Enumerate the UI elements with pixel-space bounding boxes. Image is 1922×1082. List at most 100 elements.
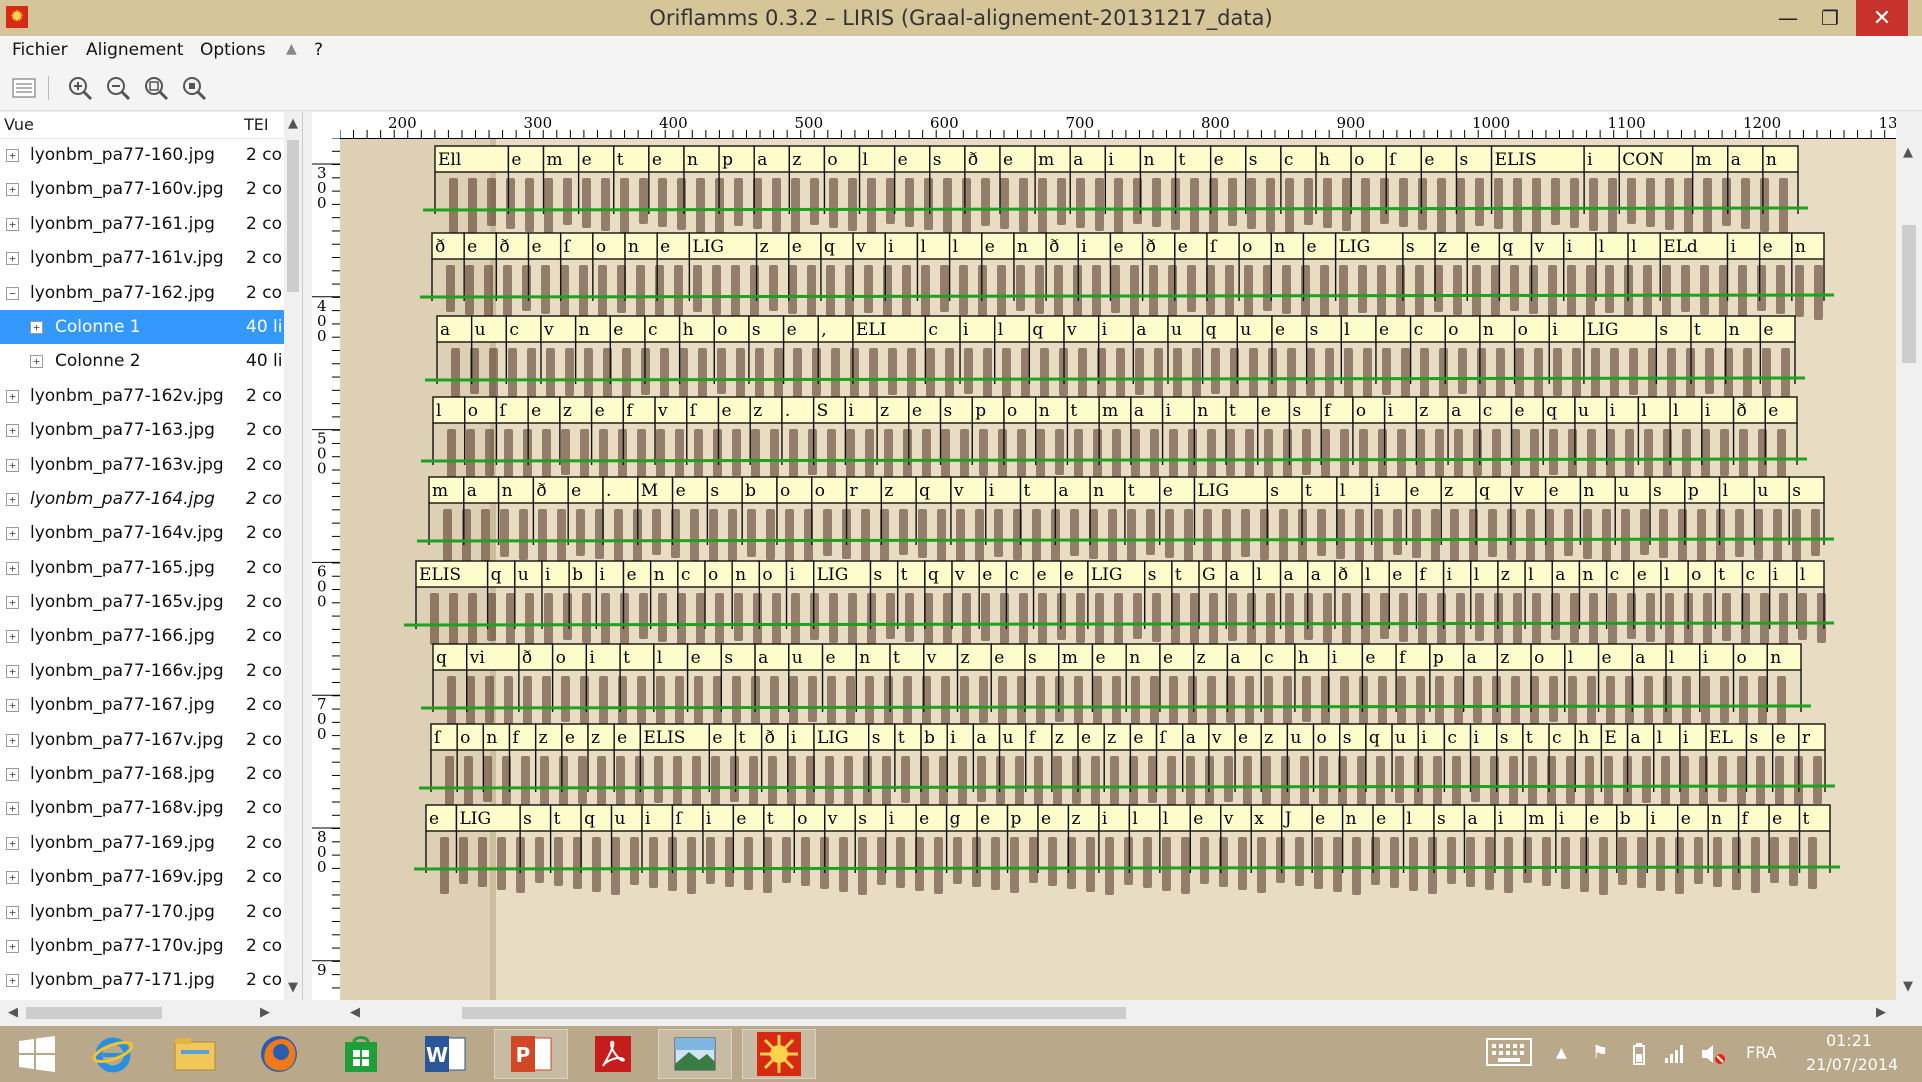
zoom-out-icon[interactable] bbox=[104, 74, 132, 102]
photo-viewer-icon[interactable] bbox=[658, 1029, 732, 1079]
expand-icon[interactable]: + bbox=[30, 355, 43, 369]
scroll-thumb[interactable] bbox=[462, 1007, 1126, 1019]
expand-icon[interactable]: + bbox=[6, 664, 19, 678]
baseline[interactable] bbox=[413, 865, 1841, 871]
tree-item-file[interactable]: + lyonbm_pa77-170v.jpg 2 co bbox=[0, 929, 285, 963]
baseline[interactable] bbox=[420, 457, 1808, 463]
zoom-in-icon[interactable] bbox=[66, 74, 94, 102]
network-signal-icon[interactable] bbox=[1664, 1042, 1686, 1069]
keyboard-icon[interactable] bbox=[1486, 1038, 1532, 1071]
baseline[interactable] bbox=[416, 537, 1835, 543]
expand-icon[interactable]: + bbox=[6, 252, 19, 266]
tree-item-file[interactable]: + lyonbm_pa77-167v.jpg 2 co bbox=[0, 723, 285, 757]
scroll-up-icon[interactable]: ▲ bbox=[288, 116, 298, 131]
expand-icon[interactable]: + bbox=[6, 768, 19, 782]
scroll-thumb[interactable] bbox=[26, 1007, 162, 1019]
volume-muted-icon[interactable] bbox=[1700, 1042, 1726, 1071]
minimize-button[interactable]: — bbox=[1770, 0, 1806, 36]
zoom-fit-icon[interactable] bbox=[142, 74, 170, 102]
clock-time[interactable]: 01:21 bbox=[1826, 1031, 1872, 1050]
expand-icon[interactable]: + bbox=[6, 733, 19, 747]
expand-icon[interactable]: + bbox=[6, 596, 19, 610]
tree-item-file[interactable]: + lyonbm_pa77-165.jpg 2 co bbox=[0, 551, 285, 585]
baseline[interactable] bbox=[418, 784, 1836, 790]
menu-alignement[interactable]: Alignement bbox=[86, 40, 184, 60]
tree-item-file[interactable]: + lyonbm_pa77-161.jpg 2 co bbox=[0, 207, 285, 241]
internet-explorer-icon[interactable] bbox=[76, 1029, 150, 1079]
power-icon[interactable] bbox=[1628, 1042, 1650, 1071]
baseline[interactable] bbox=[424, 376, 1806, 382]
scroll-up-icon[interactable]: ▲ bbox=[1903, 145, 1913, 160]
firefox-icon[interactable] bbox=[242, 1029, 316, 1079]
tree-item-file[interactable]: + lyonbm_pa77-160v.jpg 2 co bbox=[0, 172, 285, 206]
tree-item-file[interactable]: + lyonbm_pa77-167.jpg 2 co bbox=[0, 688, 285, 722]
scroll-left-icon[interactable]: ◀ bbox=[8, 1005, 18, 1020]
menu-options[interactable]: Options bbox=[200, 40, 266, 60]
language-indicator[interactable]: FRA bbox=[1746, 1043, 1777, 1062]
tree-item-file[interactable]: + lyonbm_pa77-163v.jpg 2 co bbox=[0, 448, 285, 482]
scroll-thumb[interactable] bbox=[287, 140, 299, 292]
tree-item-file[interactable]: + lyonbm_pa77-164v.jpg 2 co bbox=[0, 516, 285, 550]
store-icon[interactable] bbox=[324, 1029, 398, 1079]
expand-icon[interactable]: + bbox=[6, 802, 19, 816]
baseline[interactable] bbox=[419, 293, 1835, 299]
windows-start-icon[interactable] bbox=[0, 1029, 74, 1079]
expand-icon[interactable]: + bbox=[6, 836, 19, 850]
tree-item-file[interactable]: + lyonbm_pa77-164.jpg 2 co bbox=[0, 482, 285, 516]
oriflamms-icon[interactable] bbox=[742, 1029, 816, 1079]
expand-icon[interactable]: + bbox=[6, 871, 19, 885]
canvas-horizontal-scrollbar[interactable]: ◀ ▶ bbox=[340, 1000, 1896, 1026]
expand-icon[interactable]: + bbox=[6, 458, 19, 472]
menu-fichier[interactable]: Fichier bbox=[12, 40, 68, 60]
expand-icon[interactable]: + bbox=[6, 561, 19, 575]
expand-icon[interactable]: + bbox=[6, 183, 19, 197]
tree-item-column[interactable]: + Colonne 1 40 li bbox=[0, 309, 285, 345]
tree-item-file[interactable]: + lyonbm_pa77-168v.jpg 2 co bbox=[0, 791, 285, 825]
tree-item-file[interactable]: + lyonbm_pa77-160.jpg 2 co bbox=[0, 138, 285, 172]
zoom-reset-icon[interactable] bbox=[180, 74, 208, 102]
tree-vertical-scrollbar[interactable]: ▲ ▼ bbox=[284, 112, 302, 1000]
column-header-tei[interactable]: TEI bbox=[244, 115, 269, 134]
pin-icon[interactable]: ▲ bbox=[286, 41, 297, 57]
tree-item-file[interactable]: + lyonbm_pa77-166v.jpg 2 co bbox=[0, 654, 285, 688]
tree-item-column[interactable]: + Colonne 2 40 li bbox=[0, 344, 285, 378]
word-icon[interactable]: W bbox=[408, 1029, 482, 1079]
tree-item-file[interactable]: + lyonbm_pa77-169.jpg 2 co bbox=[0, 826, 285, 860]
clock-date[interactable]: 21/07/2014 bbox=[1806, 1055, 1898, 1074]
column-header-vue[interactable]: Vue bbox=[4, 115, 34, 134]
tree-item-file[interactable]: + lyonbm_pa77-169v.jpg 2 co bbox=[0, 860, 285, 894]
tree-item-file[interactable]: − lyonbm_pa77-162.jpg 2 co bbox=[0, 276, 285, 310]
scroll-down-icon[interactable]: ▼ bbox=[288, 980, 298, 995]
tray-expand-icon[interactable]: ▲ bbox=[1556, 1045, 1567, 1061]
tree-item-file[interactable]: + lyonbm_pa77-163.jpg 2 co bbox=[0, 413, 285, 447]
tree-item-file[interactable]: + lyonbm_pa77-166.jpg 2 co bbox=[0, 619, 285, 653]
scroll-thumb[interactable] bbox=[1902, 225, 1916, 363]
manuscript-canvas[interactable]: Ell e m e t e n p a z o l e s ð e m a i n t e s c h o ſ e s ELIS i CON m… bbox=[340, 139, 1896, 1000]
expand-icon[interactable]: + bbox=[6, 974, 19, 988]
tree-item-file[interactable]: + lyonbm_pa77-161v.jpg 2 co bbox=[0, 241, 285, 275]
baseline[interactable] bbox=[420, 704, 1812, 710]
collapse-icon[interactable]: − bbox=[6, 286, 19, 300]
baseline[interactable] bbox=[422, 206, 1809, 212]
tree-item-file[interactable]: + lyonbm_pa77-171.jpg 2 co bbox=[0, 963, 285, 997]
file-explorer-icon[interactable] bbox=[158, 1029, 232, 1079]
expand-icon[interactable]: + bbox=[6, 699, 19, 713]
action-center-flag-icon[interactable]: ⚑ bbox=[1592, 1042, 1608, 1063]
expand-icon[interactable]: + bbox=[6, 492, 19, 506]
baseline[interactable] bbox=[403, 621, 1835, 627]
close-button[interactable]: ✕ bbox=[1856, 0, 1908, 36]
tree-item-file[interactable]: + lyonbm_pa77-162v.jpg 2 co bbox=[0, 379, 285, 413]
expand-icon[interactable]: + bbox=[6, 149, 19, 162]
tree-item-file[interactable]: + lyonbm_pa77-165v.jpg 2 co bbox=[0, 585, 285, 619]
tree-horizontal-scrollbar[interactable]: ◀ ▶ bbox=[0, 1000, 302, 1026]
powerpoint-icon[interactable]: P bbox=[494, 1029, 568, 1079]
acrobat-icon[interactable] bbox=[576, 1029, 650, 1079]
tree-item-file[interactable]: + lyonbm_pa77-170.jpg 2 co bbox=[0, 895, 285, 929]
maximize-button[interactable]: ❐ bbox=[1812, 0, 1848, 36]
panel-toggle-icon[interactable] bbox=[10, 74, 38, 102]
expand-icon[interactable]: + bbox=[6, 217, 19, 231]
scroll-down-icon[interactable]: ▼ bbox=[1903, 979, 1913, 994]
scroll-right-icon[interactable]: ▶ bbox=[1876, 1005, 1886, 1020]
expand-icon[interactable]: + bbox=[6, 389, 19, 403]
expand-icon[interactable]: + bbox=[6, 905, 19, 919]
